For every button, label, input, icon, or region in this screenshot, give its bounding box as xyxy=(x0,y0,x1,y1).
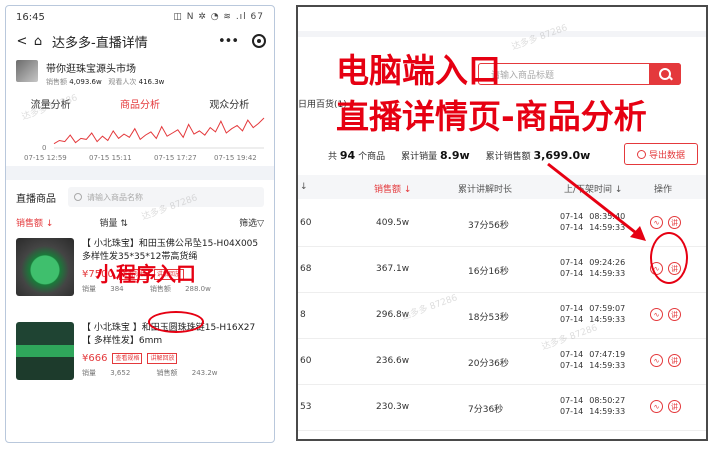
arrow-overlay xyxy=(547,162,646,241)
screenshot-composite: 16:45 ◫ N ✲ ◔ ≋ .ıl 67 < ⌂ 达多多-直播详情 ••• … xyxy=(0,0,720,450)
pointer-arrow xyxy=(547,162,641,238)
